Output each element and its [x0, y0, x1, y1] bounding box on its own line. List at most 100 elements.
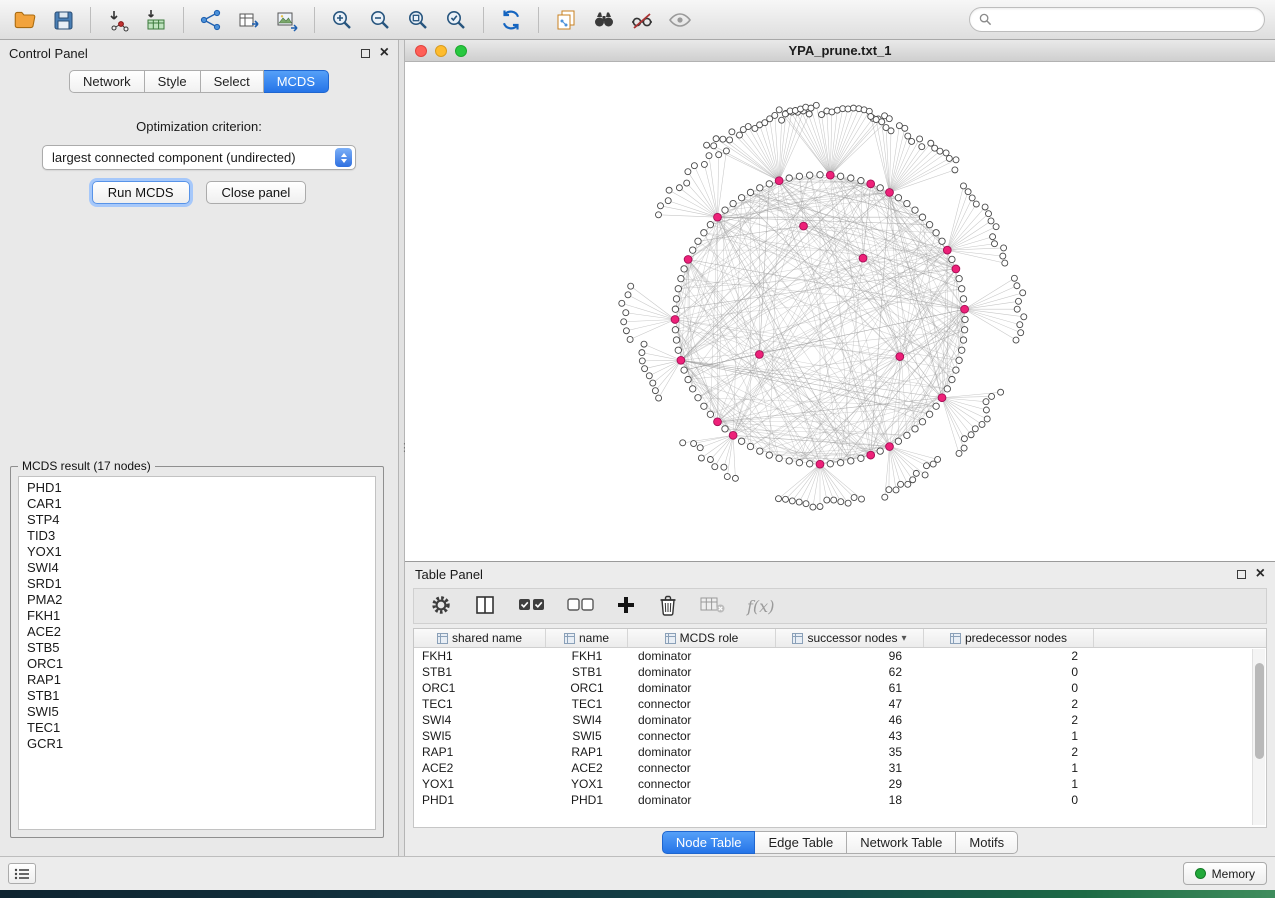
- network-node[interactable]: [673, 337, 679, 343]
- table-row[interactable]: STB1STB1dominator620: [414, 664, 1266, 680]
- network-edge[interactable]: [947, 214, 988, 250]
- network-node[interactable]: [711, 143, 717, 149]
- network-node[interactable]: [965, 189, 971, 195]
- network-node[interactable]: [722, 426, 728, 432]
- network-node[interactable]: [831, 497, 837, 503]
- network-node[interactable]: [747, 189, 753, 195]
- tab-style[interactable]: Style: [145, 70, 201, 93]
- network-node[interactable]: [961, 445, 967, 451]
- network-node[interactable]: [723, 148, 729, 154]
- network-node[interactable]: [1002, 260, 1008, 266]
- network-edge[interactable]: [655, 360, 681, 390]
- network-node[interactable]: [623, 310, 629, 316]
- network-node[interactable]: [953, 157, 959, 163]
- network-edge[interactable]: [890, 447, 938, 460]
- network-hub-node[interactable]: [961, 305, 969, 313]
- float-panel-icon[interactable]: [361, 49, 370, 58]
- network-edge[interactable]: [642, 360, 681, 361]
- network-node[interactable]: [851, 495, 857, 501]
- result-node-item[interactable]: SWI4: [27, 560, 375, 576]
- close-window-icon[interactable]: [415, 45, 427, 57]
- export-network-button[interactable]: [196, 5, 226, 35]
- network-edge[interactable]: [688, 172, 718, 218]
- network-node[interactable]: [704, 142, 710, 148]
- network-node[interactable]: [873, 117, 879, 123]
- result-node-item[interactable]: FKH1: [27, 608, 375, 624]
- network-node[interactable]: [685, 169, 691, 175]
- network-node[interactable]: [933, 403, 939, 409]
- network-node[interactable]: [895, 438, 901, 444]
- network-edge[interactable]: [965, 286, 1017, 309]
- result-node-item[interactable]: ACE2: [27, 624, 375, 640]
- network-node[interactable]: [706, 153, 712, 159]
- run-mcds-button[interactable]: Run MCDS: [92, 181, 190, 204]
- tab-edge-table[interactable]: Edge Table: [755, 831, 847, 854]
- network-edge[interactable]: [688, 259, 861, 458]
- network-node[interactable]: [796, 173, 802, 179]
- network-node[interactable]: [1018, 330, 1024, 336]
- network-node[interactable]: [962, 316, 968, 322]
- result-node-item[interactable]: TEC1: [27, 720, 375, 736]
- network-node[interactable]: [776, 455, 782, 461]
- column-header-successor-nodes[interactable]: successor nodes▾: [776, 629, 924, 647]
- network-node[interactable]: [817, 172, 823, 178]
- delete-column-button[interactable]: [658, 594, 678, 619]
- network-edge[interactable]: [710, 225, 964, 310]
- network-edge[interactable]: [822, 115, 831, 176]
- import-table-button[interactable]: [141, 5, 171, 35]
- network-node[interactable]: [641, 341, 647, 347]
- network-node[interactable]: [837, 173, 843, 179]
- network-node[interactable]: [960, 337, 966, 343]
- network-edge[interactable]: [799, 258, 863, 462]
- network-node[interactable]: [665, 198, 671, 204]
- network-node[interactable]: [949, 256, 955, 262]
- apply-layout-button[interactable]: [496, 5, 526, 35]
- network-node[interactable]: [1020, 290, 1026, 296]
- network-node[interactable]: [701, 403, 707, 409]
- network-node[interactable]: [796, 460, 802, 466]
- network-node[interactable]: [917, 136, 923, 142]
- network-node[interactable]: [776, 107, 782, 113]
- network-node[interactable]: [680, 440, 686, 446]
- network-node[interactable]: [810, 504, 816, 510]
- tab-network-table[interactable]: Network Table: [847, 831, 956, 854]
- tab-network[interactable]: Network: [69, 70, 145, 93]
- network-node[interactable]: [1017, 322, 1023, 328]
- network-node[interactable]: [690, 247, 696, 253]
- network-node[interactable]: [658, 203, 664, 209]
- result-node-item[interactable]: PMA2: [27, 592, 375, 608]
- network-edge[interactable]: [830, 175, 936, 233]
- network-node[interactable]: [956, 357, 962, 363]
- network-node[interactable]: [961, 436, 967, 442]
- network-edge[interactable]: [820, 464, 841, 502]
- network-node[interactable]: [796, 499, 802, 505]
- tab-mcds[interactable]: MCDS: [264, 70, 329, 93]
- network-edge[interactable]: [675, 319, 956, 370]
- network-edge[interactable]: [688, 259, 965, 309]
- network-node[interactable]: [895, 195, 901, 201]
- network-node[interactable]: [786, 458, 792, 464]
- network-node[interactable]: [935, 456, 941, 462]
- column-header-shared-name[interactable]: shared name: [414, 629, 546, 647]
- network-node[interactable]: [642, 366, 648, 372]
- network-edge[interactable]: [830, 109, 859, 175]
- network-node[interactable]: [807, 461, 813, 467]
- close-panel-icon[interactable]: ×: [380, 48, 389, 58]
- network-edge[interactable]: [683, 435, 733, 442]
- task-history-button[interactable]: [8, 863, 36, 884]
- network-node[interactable]: [984, 416, 990, 422]
- network-node[interactable]: [930, 461, 936, 467]
- network-hub-node[interactable]: [714, 213, 722, 221]
- network-node[interactable]: [877, 185, 883, 191]
- network-node[interactable]: [939, 238, 945, 244]
- network-node[interactable]: [937, 148, 943, 154]
- network-edge[interactable]: [792, 464, 820, 501]
- network-node[interactable]: [912, 426, 918, 432]
- network-node[interactable]: [691, 163, 697, 169]
- network-node[interactable]: [898, 481, 904, 487]
- network-node[interactable]: [956, 275, 962, 281]
- network-edge[interactable]: [890, 299, 964, 447]
- network-node[interactable]: [738, 195, 744, 201]
- network-edge[interactable]: [947, 250, 1005, 263]
- network-node[interactable]: [960, 296, 966, 302]
